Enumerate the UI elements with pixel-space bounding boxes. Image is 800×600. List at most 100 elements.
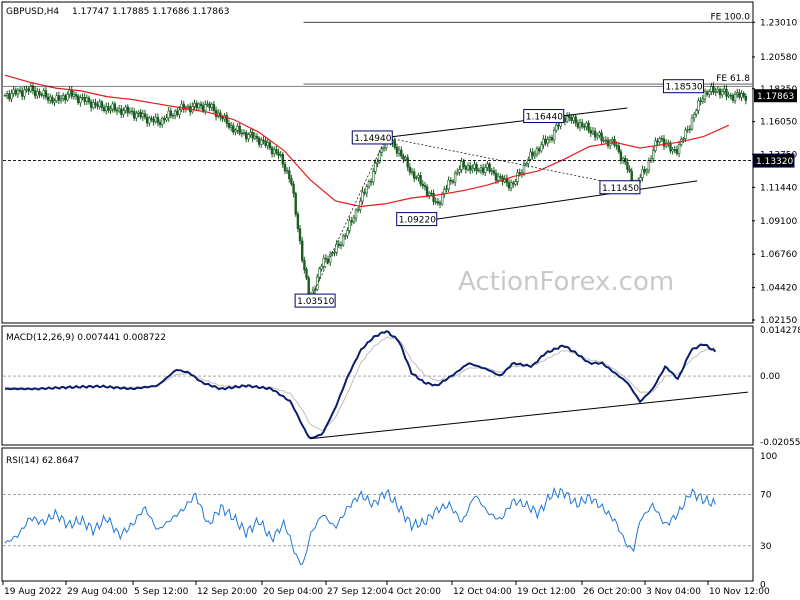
candle-body [316,276,319,290]
candle-body [404,157,407,160]
candle-body [550,137,554,141]
candle-body [509,182,513,189]
candle-body [359,200,362,211]
candle-body [288,170,291,179]
price-axis-label: 1.16050 [760,118,797,128]
candle-body [507,182,511,189]
candle-body [105,106,108,112]
candle-body [490,170,493,172]
candle-body [161,118,164,126]
candle-body [380,148,384,153]
price-axis-label: 1.20580 [760,53,797,63]
candle-body [697,100,700,111]
candle-body [572,116,575,122]
time-axis-label: 12 Sep 20:00 [197,587,257,597]
candle-body [473,164,476,169]
candle-body [578,122,582,128]
candle-body [167,110,170,119]
candle-body [542,138,545,146]
macd-title: MACD(12,26,9) 0.007441 0.008722 [6,333,166,343]
candle-body [544,138,547,144]
candle-body [742,93,745,97]
candle-body [117,108,121,112]
price-annotation-label: 1.09220 [399,216,436,226]
candle-body [242,132,246,134]
candle-body [363,191,366,194]
candle-body [126,106,130,114]
candle-body [727,94,730,97]
price-axis-label: 1.04420 [760,284,797,294]
candle-body [617,145,621,153]
candle-body [531,151,534,157]
candle-body [406,157,409,168]
candle-body [400,149,403,157]
candle-body [225,115,228,124]
candle-body [397,149,401,154]
candle-body [419,175,422,185]
price-axis-label: 1.02150 [760,316,797,326]
candle-body [695,110,698,115]
candle-body [421,183,424,186]
candle-body [115,109,119,112]
candle-body [591,130,595,134]
candle-body [199,103,203,107]
candle-body [673,149,677,151]
price-chart[interactable]: GBPUSD,H4 1.17747 1.17885 1.17686 1.1786… [0,0,800,600]
candle-body [87,97,91,103]
candle-body [518,172,521,175]
macd-axis-label: 0.014278 [760,326,800,336]
ohlc-readout: 1.17747 1.17885 1.17686 1.17863 [72,7,229,17]
candle-body [141,113,144,118]
candle-body [193,103,196,107]
candle-body [598,132,601,136]
candle-body [548,137,552,140]
candle-body [354,209,358,219]
candle-body [615,144,618,147]
candle-body [36,91,39,97]
candle-body [102,107,106,112]
candle-body [221,116,224,120]
candle-body [268,142,272,149]
symbol-label: GBPUSD,H4 [6,7,59,17]
candle-body [16,89,20,95]
candle-body [120,108,123,115]
candle-body [279,154,282,156]
candle-body [352,217,356,223]
candle-body [468,165,472,171]
candle-body [647,160,651,171]
candle-body [229,125,233,128]
candle-body [328,253,332,263]
candle-body [529,151,532,160]
candle-body [372,171,375,183]
candle-body [557,124,560,127]
candle-body [425,186,429,196]
candle-body [171,115,175,117]
candle-body [365,186,368,194]
price-axis-label: 1.06760 [760,250,797,260]
candle-body [133,111,136,119]
candle-body [535,148,539,155]
candle-body [537,148,541,152]
candle-body [201,105,205,111]
candle-body [135,113,138,119]
candle-body [3,94,7,97]
candle-body [154,117,157,123]
rsi-title: RSI(14) 62.8647 [6,456,79,466]
candle-body [6,93,9,96]
candle-body [466,165,470,170]
candle-body [89,101,93,108]
candle-body [281,154,284,165]
candle-body [729,94,733,97]
candle-body [447,180,450,190]
candle-body [74,94,78,97]
candle-body [475,164,478,171]
candle-body [481,167,485,173]
candle-body [716,89,720,92]
macd-axis-label: -0.020556 [760,438,800,448]
candle-body [434,201,437,203]
candle-body [139,111,142,118]
candle-body [163,118,166,121]
candle-body [92,102,95,108]
candle-body [438,202,442,205]
rsi-axis-label: 100 [760,452,777,462]
